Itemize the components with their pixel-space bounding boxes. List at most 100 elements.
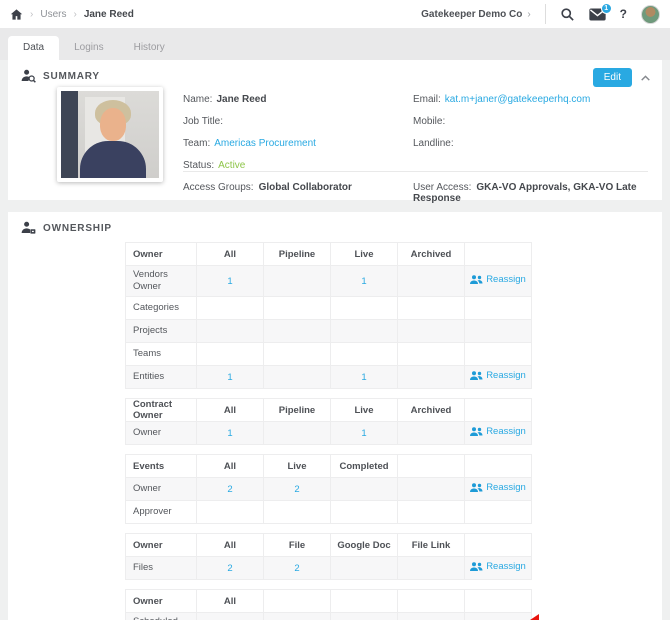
row-label: Owner — [125, 477, 197, 501]
count-link[interactable]: 1 — [361, 428, 366, 439]
count-link[interactable]: 2 — [227, 563, 232, 574]
empty-cell — [397, 342, 465, 366]
breadcrumb-users[interactable]: Users — [40, 9, 66, 20]
reassign-people-icon — [470, 483, 483, 492]
empty-cell — [397, 612, 465, 620]
count-link[interactable]: 2 — [294, 484, 299, 495]
reassign-label: Reassign — [486, 370, 526, 382]
count-link[interactable]: 1 — [227, 428, 232, 439]
column-header: Live — [330, 242, 398, 266]
reassign-label: Reassign — [486, 482, 526, 494]
user-avatar[interactable] — [641, 4, 660, 24]
reassign-button[interactable]: Reassign — [470, 370, 526, 381]
column-header — [464, 454, 532, 478]
empty-cell — [263, 265, 331, 297]
count-link[interactable]: 1 — [361, 372, 366, 383]
help-button[interactable]: ? — [620, 7, 627, 21]
table-row: Teams — [125, 342, 532, 366]
divider — [183, 171, 648, 172]
empty-cell — [397, 500, 465, 524]
reassign-button[interactable]: Reassign — [470, 561, 526, 572]
ownership-table: Owner All File Google Doc File Link Files 2 2 Re… — [125, 533, 532, 580]
field-label: Status: — [183, 160, 215, 171]
column-header — [464, 533, 532, 557]
empty-cell — [263, 365, 331, 389]
user-access: User Access: GKA-VO Approvals, GKA-VO Lat… — [413, 182, 662, 204]
column-header: Archived — [397, 242, 465, 266]
collapse-section-button[interactable] — [639, 72, 652, 85]
field-value[interactable]: Americas Procurement — [214, 138, 316, 149]
column-header — [397, 454, 465, 478]
tab-bar: Data Logins History — [0, 28, 670, 60]
field-row: Name: Jane Reed — [183, 89, 316, 111]
empty-cell — [330, 556, 398, 580]
count-link[interactable]: 1 — [227, 276, 232, 287]
reassign-people-icon — [470, 371, 483, 380]
reassign-cell — [464, 296, 532, 320]
reassign-button[interactable]: Reassign — [470, 274, 526, 285]
count-link[interactable]: 1 — [227, 372, 232, 383]
user-search-icon — [21, 69, 36, 83]
empty-cell — [397, 265, 465, 297]
empty-cell — [397, 296, 465, 320]
table-row: Files 2 2 Reassign — [125, 556, 532, 580]
reassign-label: Reassign — [486, 274, 526, 286]
count-link[interactable]: 2 — [294, 563, 299, 574]
user-access-label: User Access: — [413, 182, 472, 193]
empty-cell — [263, 421, 331, 445]
tab-data[interactable]: Data — [8, 36, 60, 60]
column-header: File Link — [397, 533, 465, 557]
column-header: All — [196, 454, 264, 478]
column-header: Archived — [397, 398, 465, 422]
row-label: Vendors Owner — [125, 265, 197, 297]
reassign-label: Reassign — [486, 426, 526, 438]
table-row: Approver — [125, 500, 532, 524]
field-row: Mobile: — [413, 111, 590, 133]
tab-logins[interactable]: Logins — [59, 36, 118, 60]
field-value[interactable]: kat.m+janer@gatekeeperhq.com — [445, 94, 591, 105]
reassign-cell — [464, 319, 532, 343]
empty-cell — [330, 500, 398, 524]
empty-cell — [196, 296, 264, 320]
count-link[interactable]: 2 — [227, 484, 232, 495]
access-groups: Access Groups: Global Collaborator — [183, 182, 352, 193]
access-groups-label: Access Groups: — [183, 182, 254, 193]
empty-cell — [397, 365, 465, 389]
divider — [544, 4, 546, 24]
reassign-button[interactable]: Reassign — [470, 426, 526, 437]
empty-cell — [397, 477, 465, 501]
column-header: Owner — [125, 533, 197, 557]
empty-cell — [330, 612, 398, 620]
tab-history[interactable]: History — [119, 36, 180, 60]
table-row: Owner 2 2 Reassign — [125, 477, 532, 501]
summary-header: SUMMARY — [8, 60, 662, 83]
company-switcher[interactable]: Gatekeeper Demo Co › — [421, 9, 531, 20]
reassign-label: Reassign — [486, 561, 526, 573]
row-label: Projects — [125, 319, 197, 343]
column-header: Pipeline — [263, 398, 331, 422]
field-row: Landline: — [413, 133, 590, 155]
column-header: All — [196, 398, 264, 422]
section-title: SUMMARY — [43, 70, 100, 82]
empty-cell — [330, 319, 398, 343]
table-row: Entities 1 1 Reassign — [125, 365, 532, 389]
row-label: Categories — [125, 296, 197, 320]
search-button[interactable] — [560, 7, 575, 22]
top-bar: › Users › Jane Reed Gatekeeper Demo Co ›… — [0, 0, 670, 28]
row-label: Teams — [125, 342, 197, 366]
empty-cell — [397, 319, 465, 343]
ownership-table: Contract Owner All Pipeline Live Archived Own… — [125, 398, 532, 445]
edit-button[interactable]: Edit — [592, 68, 632, 87]
reassign-cell: Reassign — [464, 365, 532, 389]
reassign-cell: Reassign — [464, 556, 532, 580]
table-row: Projects — [125, 319, 532, 343]
chevron-up-icon — [641, 75, 650, 81]
mail-button[interactable]: 1 — [589, 2, 612, 21]
count-link[interactable]: 1 — [361, 276, 366, 287]
reassign-button[interactable]: Reassign — [470, 482, 526, 493]
row-label: Files — [125, 556, 197, 580]
home-icon[interactable] — [10, 8, 23, 21]
ownership-table: Owner All Pipeline Live Archived Vendors Owne… — [125, 242, 532, 389]
empty-cell — [196, 342, 264, 366]
field-label: Name: — [183, 94, 213, 105]
